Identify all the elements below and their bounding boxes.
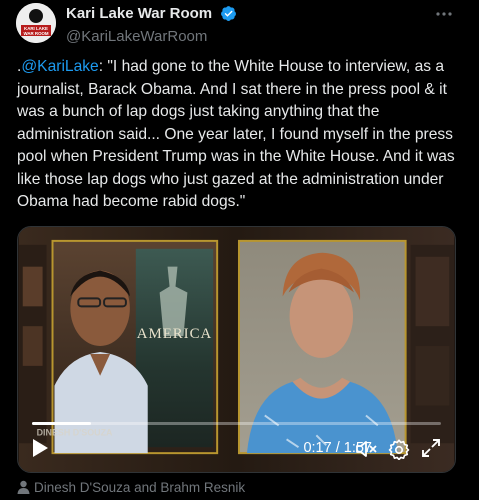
person-icon (17, 480, 30, 494)
poster-title: AMERICA (137, 326, 212, 342)
tweet-text: .@KariLake: "I had gone to the White Hou… (17, 56, 465, 214)
video-player[interactable]: AMERICA DINESH D'SOUZA 0:17 / 1:57 (17, 226, 456, 473)
tagged-people[interactable]: Dinesh D'Souza and Brahm Resnik (17, 480, 245, 495)
fullscreen-icon[interactable] (421, 438, 441, 458)
muted-speaker-icon[interactable] (355, 439, 379, 459)
mention-link[interactable]: @KariLake (21, 58, 98, 75)
display-name[interactable]: Kari Lake War Room (66, 5, 212, 22)
verified-badge-icon (220, 6, 236, 22)
more-icon[interactable] (433, 6, 455, 22)
avatar[interactable]: KARI LAKE WAR ROOM (16, 3, 56, 43)
play-icon[interactable] (30, 437, 50, 459)
gear-icon[interactable] (388, 438, 410, 460)
tweet-body: : "I had gone to the White House to inte… (17, 58, 455, 210)
video-controls: 0:17 / 1:57 (18, 422, 455, 472)
author-block: Kari Lake War Room @KariLakeWarRoom (66, 5, 237, 45)
avatar-text-bottom: WAR ROOM (23, 31, 48, 36)
progress-bar[interactable] (32, 422, 441, 425)
progress-fill (32, 422, 92, 425)
tagged-text: Dinesh D'Souza and Brahm Resnik (34, 480, 246, 495)
tweet-post: KARI LAKE WAR ROOM Kari Lake War Room @K… (0, 0, 479, 500)
handle[interactable]: @KariLakeWarRoom (66, 28, 237, 45)
